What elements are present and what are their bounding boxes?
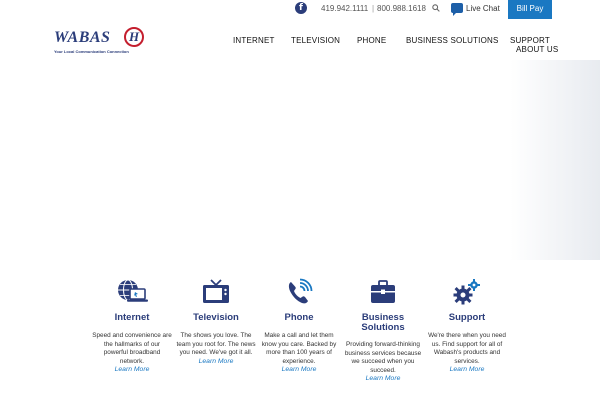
nav-phone[interactable]: PHONE (357, 36, 386, 45)
service-internet: Internet Speed and convenience are the h… (92, 278, 172, 373)
utility-bar: f 419.942.1111 | 800.988.1618 Live Chat … (0, 0, 600, 19)
service-support: Support We're there when you need us. Fi… (427, 278, 507, 373)
learn-more-link[interactable]: Learn More (343, 375, 423, 382)
nav-support[interactable]: SUPPORT (510, 36, 550, 45)
logo-wordmark: WABAS (54, 29, 111, 46)
service-description: Providing forward-thinking business serv… (344, 341, 422, 374)
phone-number-secondary[interactable]: 800.988.1618 (377, 4, 426, 13)
service-title[interactable]: Support (427, 313, 507, 323)
service-phone: Phone Make a call and let them know you … (259, 278, 339, 373)
phone-separator: | (372, 4, 375, 13)
learn-more-link[interactable]: Learn More (92, 366, 172, 373)
main-header: WABAS H Your Local Communication Connect… (0, 19, 600, 60)
service-description: Make a call and let them know you care. … (261, 332, 337, 365)
nav-business-solutions[interactable]: BUSINESS SOLUTIONS (406, 36, 499, 45)
chat-bubble-icon[interactable] (451, 3, 463, 16)
hero-side-shade (510, 60, 600, 260)
bill-pay-button[interactable]: Bill Pay (508, 0, 552, 19)
globe-laptop-icon[interactable] (92, 278, 172, 308)
learn-more-link[interactable]: Learn More (176, 358, 256, 365)
logo-emblem: H (124, 27, 144, 47)
service-title[interactable]: Internet (92, 313, 172, 323)
service-title[interactable]: Business Solutions (343, 313, 423, 333)
service-description: The shows you love. The team you root fo… (176, 332, 256, 357)
gears-icon[interactable] (427, 278, 507, 308)
nav-television[interactable]: TELEVISION (291, 36, 340, 45)
logo-tagline: Your Local Communication Connection (54, 49, 129, 54)
hero-banner (0, 60, 600, 260)
service-description: Speed and convenience are the hallmarks … (92, 332, 172, 365)
service-television: Television The shows you love. The team … (176, 278, 256, 365)
facebook-icon[interactable]: f (295, 2, 307, 14)
phone-number-primary[interactable]: 419.942.1111 (321, 4, 368, 13)
nav-internet[interactable]: INTERNET (233, 36, 275, 45)
service-title[interactable]: Television (176, 313, 256, 323)
nav-about-us[interactable]: ABOUT US (516, 45, 558, 54)
briefcase-icon[interactable] (343, 278, 423, 308)
service-description: We're there when you need us. Find suppo… (428, 332, 506, 365)
learn-more-link[interactable]: Learn More (259, 366, 339, 373)
search-icon[interactable] (432, 4, 440, 12)
wabash-logo[interactable]: WABAS H Your Local Communication Connect… (54, 27, 150, 57)
live-chat-link[interactable]: Live Chat (466, 4, 500, 13)
tv-icon[interactable] (176, 278, 256, 308)
learn-more-link[interactable]: Learn More (427, 366, 507, 373)
service-title[interactable]: Phone (259, 313, 339, 323)
service-business-solutions: Business Solutions Providing forward-thi… (343, 278, 423, 382)
phone-icon[interactable] (259, 278, 339, 308)
